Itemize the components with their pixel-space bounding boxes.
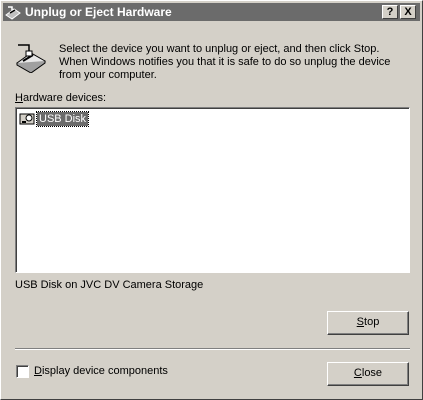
title-bar[interactable]: Unplug or Eject Hardware ? X [3, 3, 420, 21]
stop-label: top [364, 316, 380, 328]
window-title: Unplug or Eject Hardware [25, 5, 172, 19]
stop-button[interactable]: Stop [327, 311, 409, 335]
device-description: USB Disk on JVC DV Camera Storage [15, 279, 204, 291]
close-button[interactable]: Close [327, 362, 409, 386]
usb-disk-icon [19, 113, 35, 125]
hardware-devices-label: Hardware devices: [15, 92, 106, 104]
separator [15, 348, 410, 350]
close-window-button[interactable]: X [400, 5, 416, 19]
usb-disk-label: USB Disk [35, 111, 90, 127]
help-button[interactable]: ? [382, 5, 398, 19]
hardware-devices-list[interactable]: USB Disk [15, 107, 410, 273]
instructions-text: Select the device you want to unplug or … [59, 43, 391, 81]
hardware-devices-accel: H [15, 92, 23, 104]
close-label: lose [361, 367, 383, 379]
display-components-text: isplay device components [41, 365, 168, 377]
unplug-hardware-icon [16, 44, 46, 73]
stop-accel: S [356, 316, 365, 328]
display-components-checkbox[interactable] [16, 365, 29, 378]
unplug-eject-dialog: Unplug or Eject Hardware ? X Select the … [0, 0, 423, 400]
eject-hardware-icon [5, 6, 21, 20]
display-components-label[interactable]: Display device components [34, 365, 168, 377]
close-accel: C [353, 367, 362, 379]
display-components-accel: D [34, 365, 42, 377]
hardware-devices-label-text: ardware devices: [22, 92, 107, 104]
